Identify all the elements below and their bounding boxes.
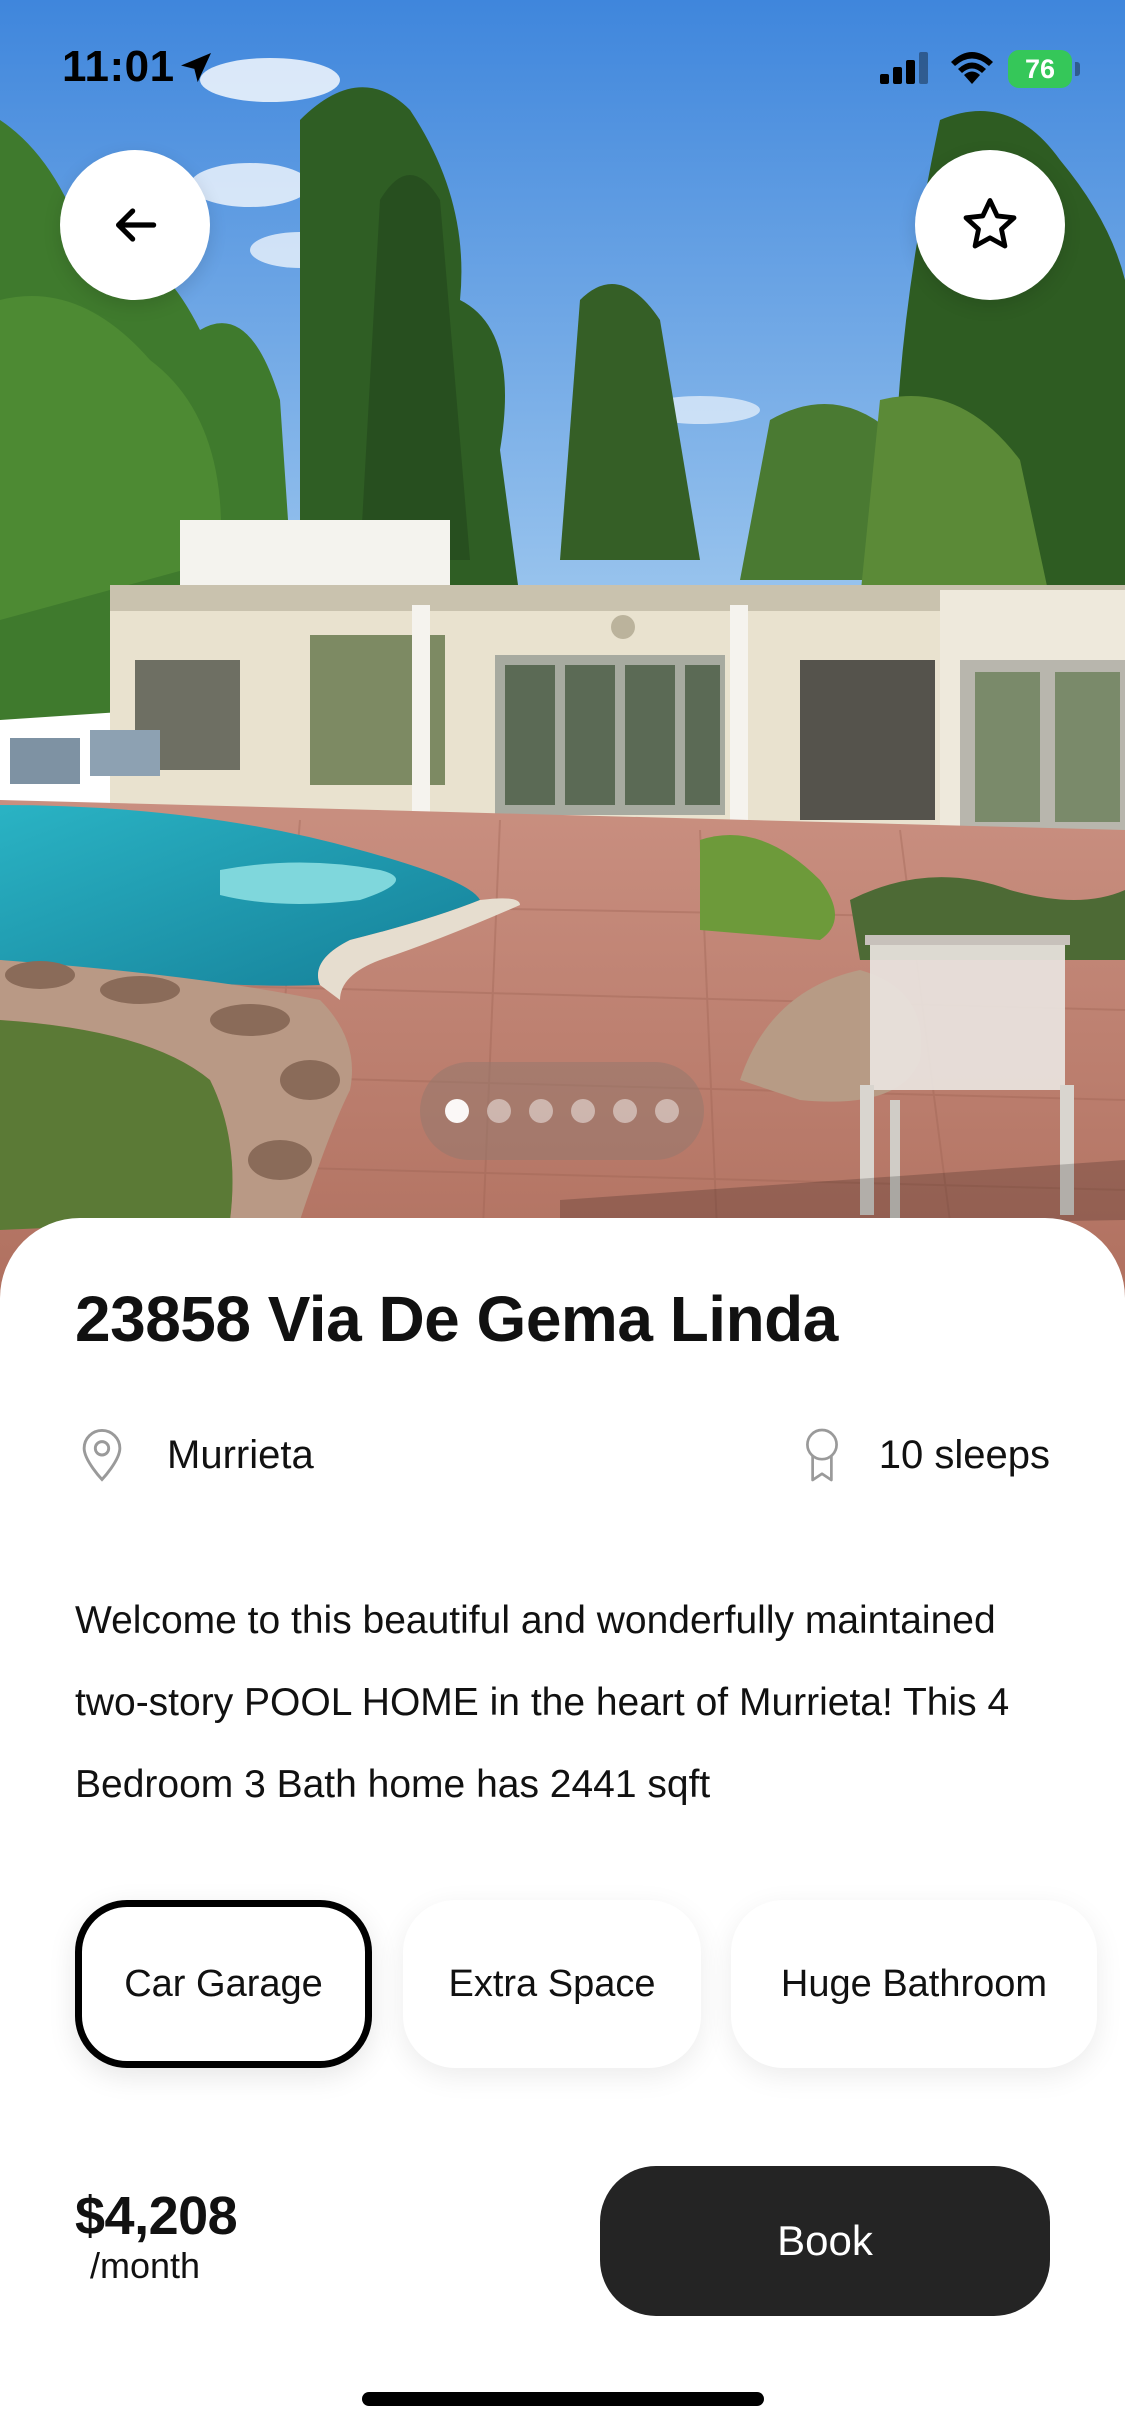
battery-cap <box>1075 62 1080 76</box>
price-unit: /month <box>90 2245 201 2286</box>
status-bar: 11:01 76 <box>0 0 1125 140</box>
sleeps-label: 10 sleeps <box>878 1432 1050 1477</box>
battery-level: 76 <box>1024 53 1056 84</box>
carousel-pagination <box>420 1062 704 1160</box>
feature-chips: Car Garage Extra Space Huge Bathroom <box>75 1900 1125 2068</box>
location-arrow-icon <box>181 53 211 83</box>
price-amount: $4,208 <box>75 2186 238 2246</box>
feature-chip-car-garage[interactable]: Car Garage <box>75 1900 372 2068</box>
book-button[interactable]: Book <box>600 2166 1050 2316</box>
favorite-button[interactable] <box>915 150 1065 300</box>
arrow-left-icon <box>116 208 157 242</box>
feature-chip-extra-space[interactable]: Extra Space <box>403 1900 701 2068</box>
listing-detail-screen: 11:01 76 23858 Via De Gema Linda Murriet… <box>0 0 1125 2436</box>
listing-description: Welcome to this beautiful and wonderfull… <box>75 1599 1010 1806</box>
home-indicator[interactable] <box>362 2392 764 2406</box>
back-button[interactable] <box>60 150 210 300</box>
carousel-dot-1[interactable] <box>445 1099 469 1123</box>
carousel-dot-2[interactable] <box>487 1099 511 1123</box>
battery-indicator: 76 <box>1008 50 1072 88</box>
listing-meta-row: Murrieta 10 sleeps <box>75 1420 1050 1490</box>
carousel-dot-5[interactable] <box>613 1099 637 1123</box>
wifi-icon <box>951 52 993 84</box>
feature-chip-huge-bathroom[interactable]: Huge Bathroom <box>731 1900 1097 2068</box>
carousel-dot-4[interactable] <box>571 1099 595 1123</box>
sleeps-info: 10 sleeps <box>797 1420 1050 1490</box>
award-ribbon-icon <box>805 1428 838 1482</box>
location-label: Murrieta <box>167 1432 314 1477</box>
star-outline-icon <box>963 198 1017 249</box>
carousel-dot-6[interactable] <box>655 1099 679 1123</box>
status-time: 11:01 <box>62 42 175 91</box>
carousel-dot-3[interactable] <box>529 1099 553 1123</box>
location-info: Murrieta <box>75 1420 314 1490</box>
map-pin-icon <box>82 1429 122 1482</box>
listing-title: 23858 Via De Gema Linda <box>75 1283 838 1355</box>
cellular-signal-icon <box>880 52 928 84</box>
